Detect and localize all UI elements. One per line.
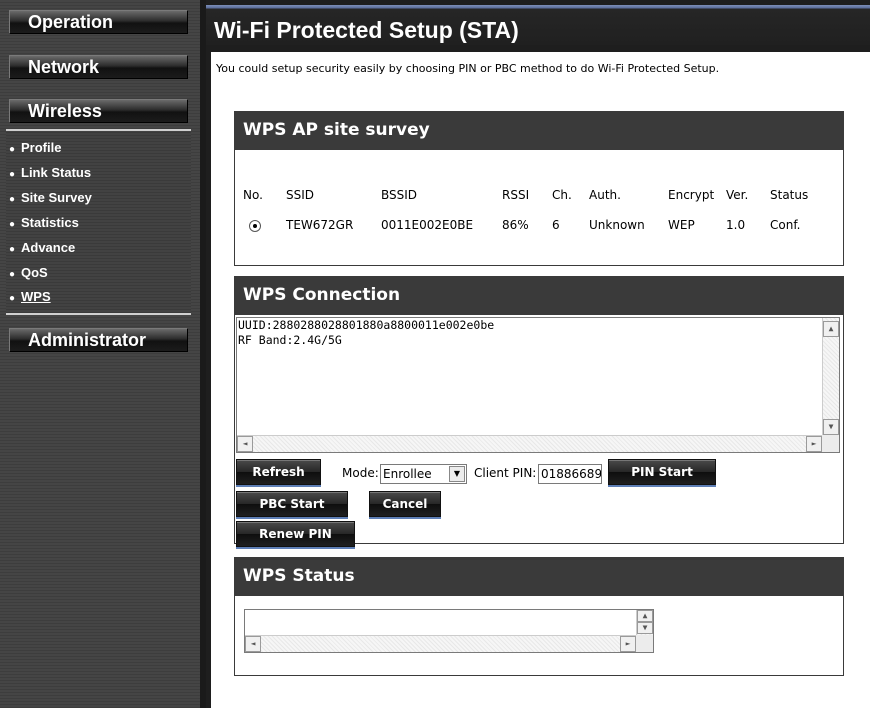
scroll-corner <box>636 635 653 652</box>
survey-header-row: No. SSID BSSID RSSI Ch. Auth. Encrypt Ve… <box>243 180 820 210</box>
bullet-icon: ● <box>9 219 16 230</box>
client-pin-input[interactable]: 01886689 <box>538 464 602 484</box>
cancel-button[interactable]: Cancel <box>369 491 441 517</box>
nav-administrator[interactable]: Administrator <box>9 328 188 352</box>
bullet-icon: ● <box>9 293 16 304</box>
sidebar-item-site-survey[interactable]: ● Site Survey <box>9 188 92 208</box>
main-panel: Wi-Fi Protected Setup (STA) You could se… <box>206 0 870 708</box>
scroll-up-icon[interactable]: ▲ <box>823 321 839 337</box>
survey-table: No. SSID BSSID RSSI Ch. Auth. Encrypt Ve… <box>243 180 820 240</box>
client-pin-label: Client PIN: <box>474 466 537 480</box>
status-panel: ▲ ▼ ◄ ► <box>234 595 844 676</box>
col-ssid: SSID <box>286 188 315 202</box>
sidebar-item-qos[interactable]: ● QoS <box>9 263 48 283</box>
status-textarea[interactable]: ▲ ▼ ◄ ► <box>244 609 654 653</box>
intro-text: You could setup security easily by choos… <box>216 62 720 75</box>
scroll-down-icon[interactable]: ▼ <box>637 622 653 634</box>
status-section-title: WPS Status <box>234 557 844 595</box>
cell-ssid: TEW672GR <box>286 218 354 232</box>
bullet-icon: ● <box>9 269 16 280</box>
horizontal-scrollbar[interactable]: ◄ ► <box>245 635 636 652</box>
survey-section-title: WPS AP site survey <box>234 111 844 149</box>
renew-pin-button[interactable]: Renew PIN <box>236 521 355 547</box>
connection-panel: UUID:2880288028801880a8800011e002e0be RF… <box>234 314 844 547</box>
bullet-icon: ● <box>9 244 16 255</box>
sidebar-item-label: WPS <box>21 289 51 304</box>
nav-network[interactable]: Network <box>9 55 188 79</box>
page-title: Wi-Fi Protected Setup (STA) <box>214 17 519 43</box>
col-ver: Ver. <box>726 188 749 202</box>
col-no: No. <box>243 188 263 202</box>
cell-bssid: 0011E002E0BE <box>381 218 474 232</box>
nav-operation[interactable]: Operation <box>9 10 188 34</box>
sidebar-item-wps[interactable]: ● WPS <box>9 287 51 307</box>
cell-channel: 6 <box>552 218 560 232</box>
refresh-button[interactable]: Refresh <box>236 459 321 485</box>
sidebar-item-label: Profile <box>21 140 62 155</box>
sidebar-item-label: QoS <box>21 265 48 280</box>
sidebar: Operation Network Wireless ● Profile ● Lin… <box>0 0 200 708</box>
col-encrypt: Encrypt <box>668 188 715 202</box>
connection-section-title: WPS Connection <box>234 276 844 314</box>
col-channel: Ch. <box>552 188 572 202</box>
bullet-icon: ● <box>9 194 16 205</box>
scroll-right-icon[interactable]: ► <box>806 436 822 452</box>
content-area: You could setup security easily by choos… <box>211 52 870 708</box>
scroll-corner <box>822 435 839 452</box>
sidebar-item-label: Link Status <box>21 165 92 180</box>
pbc-start-button[interactable]: PBC Start <box>236 491 348 517</box>
mode-selected-value: Enrollee <box>383 467 432 481</box>
col-bssid: BSSID <box>381 188 418 202</box>
sidebar-item-statistics[interactable]: ● Statistics <box>9 213 79 233</box>
chevron-down-icon: ▼ <box>449 466 465 482</box>
cell-auth: Unknown <box>589 218 645 232</box>
scroll-down-icon[interactable]: ▼ <box>823 419 839 435</box>
page-header: Wi-Fi Protected Setup (STA) <box>206 5 870 45</box>
horizontal-scrollbar[interactable]: ◄ ► <box>237 435 822 452</box>
table-row[interactable]: TEW672GR 0011E002E0BE 86% 6 Unknown WEP … <box>243 210 820 240</box>
cell-rssi: 86% <box>502 218 529 232</box>
mode-select[interactable]: Enrollee ▼ <box>380 464 467 484</box>
col-rssi: RSSI <box>502 188 530 202</box>
sidebar-item-link-status[interactable]: ● Link Status <box>9 163 91 183</box>
cell-encrypt: WEP <box>668 218 695 232</box>
sidebar-item-label: Statistics <box>21 215 79 230</box>
log-line-uuid: UUID:2880288028801880a8800011e002e0be <box>238 318 495 332</box>
bullet-icon: ● <box>9 169 16 180</box>
scroll-right-icon[interactable]: ► <box>620 636 636 652</box>
cell-status: Conf. <box>770 218 801 232</box>
nav-wireless[interactable]: Wireless <box>9 99 188 123</box>
col-status: Status <box>770 188 809 202</box>
bullet-icon: ● <box>9 144 16 155</box>
sidebar-item-label: Advance <box>21 240 76 255</box>
vertical-scrollbar[interactable]: ▲ ▼ <box>822 318 839 435</box>
log-line-rf-band: RF Band:2.4G/5G <box>238 333 342 347</box>
survey-panel: No. SSID BSSID RSSI Ch. Auth. Encrypt Ve… <box>234 149 844 266</box>
vertical-scrollbar[interactable]: ▲ ▼ <box>636 610 653 635</box>
cell-ver: 1.0 <box>726 218 746 232</box>
connection-log-textarea[interactable]: UUID:2880288028801880a8800011e002e0be RF… <box>236 317 840 453</box>
scroll-left-icon[interactable]: ◄ <box>237 436 253 452</box>
col-auth: Auth. <box>589 188 621 202</box>
mode-label: Mode: <box>342 466 379 480</box>
sidebar-item-advance[interactable]: ● Advance <box>9 238 75 258</box>
scroll-left-icon[interactable]: ◄ <box>245 636 261 652</box>
scroll-up-icon[interactable]: ▲ <box>637 610 653 622</box>
sidebar-item-label: Site Survey <box>21 190 92 205</box>
sidebar-item-profile[interactable]: ● Profile <box>9 138 61 158</box>
wireless-submenu: ● Profile ● Link Status ● Site Survey ● Stat… <box>6 129 191 315</box>
ap-select-radio[interactable] <box>249 219 261 232</box>
pin-start-button[interactable]: PIN Start <box>608 459 716 485</box>
